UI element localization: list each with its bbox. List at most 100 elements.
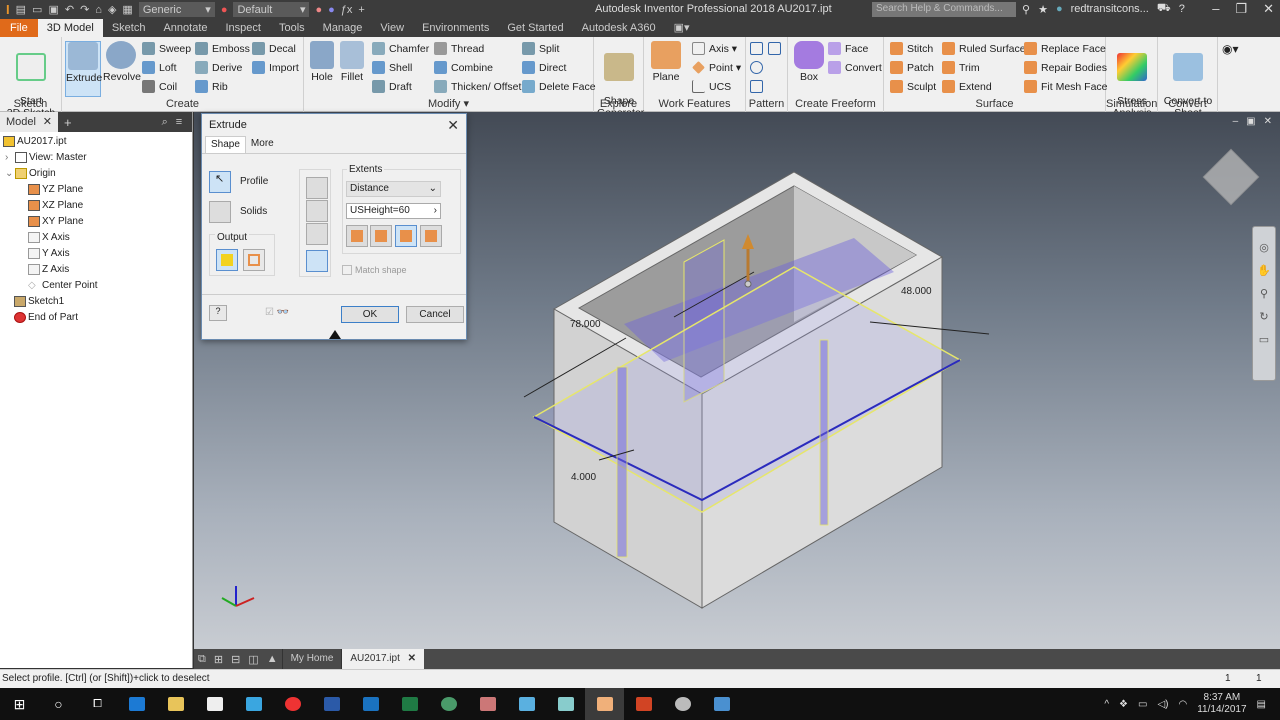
rectangular-pattern-button[interactable]: [750, 42, 763, 55]
tree-item[interactable]: Y Axis: [0, 245, 192, 261]
rib-button[interactable]: Rib: [195, 80, 228, 93]
select-icon[interactable]: ▦: [122, 3, 132, 16]
minimize-icon[interactable]: –: [1233, 116, 1239, 127]
tab-3d-model[interactable]: 3D Model: [37, 19, 103, 37]
repair-bodies-button[interactable]: Repair Bodies: [1024, 61, 1107, 74]
model-tab[interactable]: Model ✕: [0, 112, 58, 132]
sketch-pattern-button[interactable]: [750, 80, 763, 93]
taskbar-app[interactable]: [546, 688, 585, 720]
zoom-icon[interactable]: ⚲: [1260, 287, 1268, 300]
tab-my-home[interactable]: My Home: [281, 649, 342, 669]
derive-button[interactable]: Derive: [195, 61, 242, 74]
open-icon[interactable]: ▭: [32, 3, 42, 16]
adjust-icon[interactable]: ●: [315, 4, 322, 16]
help-icon[interactable]: ?: [1179, 3, 1185, 15]
thread-button[interactable]: Thread: [434, 42, 484, 55]
appearance-select[interactable]: Default ▾: [233, 2, 310, 17]
tab-view[interactable]: View: [371, 19, 413, 37]
delete-face-button[interactable]: Delete Face: [522, 80, 596, 93]
orbit-icon[interactable]: ↻: [1259, 310, 1268, 323]
tab-sketch[interactable]: Sketch: [103, 19, 155, 37]
search-button[interactable]: ○: [39, 688, 78, 720]
surface-output-button[interactable]: [243, 249, 265, 271]
solid-output-button[interactable]: [216, 249, 238, 271]
taskbar-app[interactable]: [624, 688, 663, 720]
split-button[interactable]: Split: [522, 42, 559, 55]
user-icon[interactable]: ●: [1056, 3, 1063, 15]
stitch-button[interactable]: Stitch: [890, 42, 933, 55]
tab-more[interactable]: More: [246, 136, 279, 153]
hole-button[interactable]: Hole: [308, 41, 336, 83]
fillet-button[interactable]: Fillet: [338, 41, 366, 83]
taskbar-app[interactable]: [351, 688, 390, 720]
emboss-button[interactable]: Emboss: [195, 42, 250, 55]
tab-tools[interactable]: Tools: [270, 19, 314, 37]
taskbar-app[interactable]: [312, 688, 351, 720]
tab-manage[interactable]: Manage: [314, 19, 372, 37]
clock[interactable]: 8:37 AM 11/14/2017: [1197, 692, 1246, 716]
combine-button[interactable]: Combine: [434, 61, 493, 74]
menu-icon[interactable]: ≡: [176, 116, 182, 128]
sweep-button[interactable]: Sweep: [142, 42, 191, 55]
restore-icon[interactable]: ❐: [1235, 1, 1247, 17]
new-solid-button[interactable]: [306, 250, 328, 272]
camera-icon[interactable]: ▣▾: [665, 19, 699, 37]
taskbar-app[interactable]: [156, 688, 195, 720]
dimension-label[interactable]: 78.000: [570, 319, 601, 330]
profile-select-button[interactable]: ↖: [209, 171, 231, 193]
cancel-button[interactable]: Cancel: [406, 306, 464, 323]
chamfer-button[interactable]: Chamfer: [372, 42, 429, 55]
trim-button[interactable]: Trim: [942, 61, 980, 74]
tree-item[interactable]: ⌄ Origin: [0, 165, 192, 181]
taskbar-app[interactable]: [390, 688, 429, 720]
restore-icon[interactable]: ▣: [1246, 116, 1255, 127]
chevron-right-icon[interactable]: ›: [5, 152, 15, 163]
direction-asymmetric-button[interactable]: [420, 225, 442, 247]
import-button[interactable]: Import: [252, 61, 299, 74]
new-icon[interactable]: ▤: [16, 3, 26, 16]
draft-button[interactable]: Draft: [372, 80, 412, 93]
direction-flipped-button[interactable]: [370, 225, 392, 247]
match-shape-checkbox[interactable]: Match shape: [342, 265, 407, 275]
coil-button[interactable]: Coil: [142, 80, 177, 93]
inventor-logo-icon[interactable]: I: [6, 2, 10, 17]
taskbar-app[interactable]: [702, 688, 741, 720]
axis-button[interactable]: Axis ▾: [692, 42, 737, 55]
tab-file[interactable]: File: [0, 19, 38, 37]
minimize-icon[interactable]: –: [1212, 1, 1219, 17]
chevron-right-icon[interactable]: ›: [434, 205, 437, 217]
direction-symmetric-button[interactable]: [395, 225, 417, 247]
task-view-button[interactable]: ⧠: [78, 688, 117, 720]
tree-item[interactable]: AU2017.ipt: [0, 133, 192, 149]
dimension-label[interactable]: 4.000: [571, 472, 596, 483]
look-at-icon[interactable]: ▭: [1259, 333, 1269, 346]
distance-input[interactable]: USHeight=60 ›: [346, 203, 441, 219]
replace-face-button[interactable]: Replace Face: [1024, 42, 1106, 55]
intersect-button[interactable]: [306, 223, 328, 245]
clear-icon[interactable]: ●: [328, 4, 335, 16]
mirror-button[interactable]: [768, 42, 781, 55]
plus-icon[interactable]: +: [358, 4, 364, 16]
chevron-down-icon[interactable]: ⌄: [5, 168, 15, 179]
material-select[interactable]: Generic ▾: [138, 2, 215, 17]
wifi-icon[interactable]: ◠: [1179, 699, 1188, 710]
tree-item[interactable]: Sketch1: [0, 293, 192, 309]
tab-inspect[interactable]: Inspect: [217, 19, 270, 37]
tree-item[interactable]: › View: Master: [0, 149, 192, 165]
close-icon[interactable]: ✕: [1263, 1, 1274, 17]
add-tab-icon[interactable]: +: [64, 115, 72, 130]
save-icon[interactable]: ▣: [48, 3, 58, 16]
taskbar-app[interactable]: [468, 688, 507, 720]
redo-icon[interactable]: ↷: [80, 3, 89, 16]
revolve-button[interactable]: Revolve: [103, 41, 141, 83]
patch-button[interactable]: Patch: [890, 61, 934, 74]
solids-select-button[interactable]: [209, 201, 231, 223]
tab-annotate[interactable]: Annotate: [154, 19, 216, 37]
dimension-label[interactable]: 48.000: [901, 286, 932, 297]
ruled-surface-button[interactable]: Ruled Surface: [942, 42, 1026, 55]
steering-wheel-icon[interactable]: ◎: [1259, 241, 1269, 254]
taskbar-app[interactable]: [507, 688, 546, 720]
ribbon-options-icon[interactable]: ◉▾: [1222, 42, 1239, 56]
signin-icon[interactable]: ⚲: [1022, 3, 1030, 16]
fx-icon[interactable]: ƒx: [341, 4, 353, 16]
